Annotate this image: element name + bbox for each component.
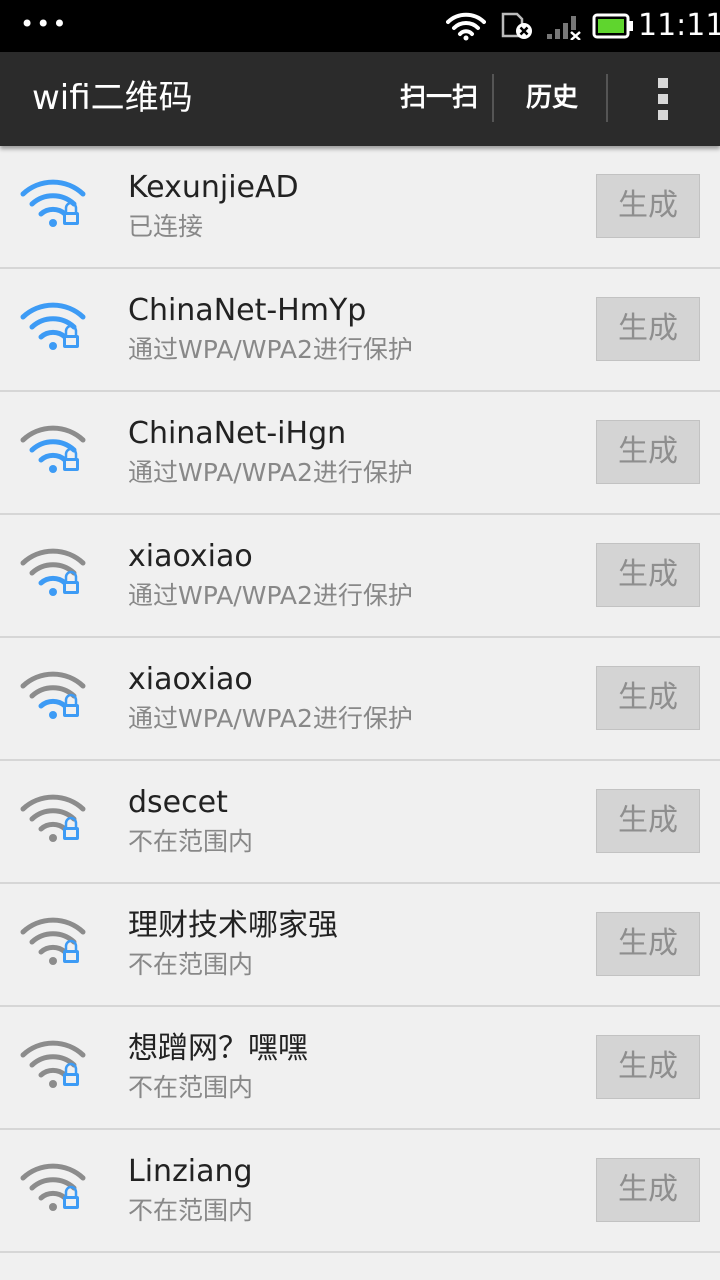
generate-button[interactable]: 生成 <box>596 1035 700 1099</box>
network-status: 不在范围内 <box>128 1073 254 1102</box>
network-ssid: KexunjieAD <box>128 170 299 205</box>
network-ssid: ChinaNet-HmYp <box>128 293 367 328</box>
action-bar: wifi二维码 扫一扫 历史 <box>0 52 720 146</box>
generate-button[interactable]: 生成 <box>596 174 700 238</box>
network-ssid: Linziang <box>128 1154 253 1189</box>
network-ssid: xiaoxiao <box>128 662 253 697</box>
divider <box>492 74 494 122</box>
divider <box>606 74 608 122</box>
network-row[interactable]: ChinaNet-iHgn 通过WPA/WPA2进行保护 生成 <box>0 392 720 515</box>
history-button[interactable]: 历史 <box>526 82 578 114</box>
network-ssid: xiaoxiao <box>128 539 253 574</box>
more-dots-icon: ••• <box>20 10 69 38</box>
network-ssid: 理财技术哪家强 <box>128 908 338 943</box>
network-row[interactable]: ChinaNet-HmYp 通过WPA/WPA2进行保护 生成 <box>0 269 720 392</box>
generate-button[interactable]: 生成 <box>596 297 700 361</box>
wifi-locked-icon <box>20 1040 86 1088</box>
wifi-locked-icon <box>20 794 86 842</box>
wifi-icon <box>446 12 486 41</box>
generate-button[interactable]: 生成 <box>596 912 700 976</box>
network-status: 已连接 <box>128 212 204 241</box>
wifi-locked-icon <box>20 548 86 596</box>
network-row[interactable]: 想蹭网？嘿嘿 不在范围内 生成 <box>0 1007 720 1130</box>
network-status: 不在范围内 <box>128 950 254 979</box>
overflow-menu-icon[interactable] <box>650 78 678 122</box>
wifi-locked-icon <box>20 671 86 719</box>
battery-icon <box>592 13 633 39</box>
wifi-locked-icon <box>20 302 86 350</box>
network-ssid: dsecet <box>128 785 228 820</box>
network-status: 通过WPA/WPA2进行保护 <box>128 335 413 364</box>
generate-button[interactable]: 生成 <box>596 420 700 484</box>
network-status: 通过WPA/WPA2进行保护 <box>128 458 413 487</box>
generate-button[interactable]: 生成 <box>596 1158 700 1222</box>
network-status: 不在范围内 <box>128 1196 254 1225</box>
wifi-locked-icon <box>20 917 86 965</box>
wifi-locked-icon <box>20 425 86 473</box>
network-row[interactable]: xiaoxiao 通过WPA/WPA2进行保护 生成 <box>0 638 720 761</box>
network-list: KexunjieAD 已连接 生成 ChinaNet-HmYp 通过WPA/WP… <box>0 146 720 1253</box>
network-row[interactable]: KexunjieAD 已连接 生成 <box>0 146 720 269</box>
network-status: 通过WPA/WPA2进行保护 <box>128 581 413 610</box>
wifi-locked-icon <box>20 179 86 227</box>
wifi-locked-icon <box>20 1163 86 1211</box>
status-bar: ••• 11:11 <box>0 0 720 52</box>
generate-button[interactable]: 生成 <box>596 666 700 730</box>
network-row[interactable]: Linziang 不在范围内 生成 <box>0 1130 720 1253</box>
network-ssid: 想蹭网？嘿嘿 <box>128 1031 308 1066</box>
sim-blocked-icon <box>501 12 532 39</box>
signal-icon <box>547 16 581 40</box>
network-status: 通过WPA/WPA2进行保护 <box>128 704 413 733</box>
network-status: 不在范围内 <box>128 827 254 856</box>
network-row[interactable]: 理财技术哪家强 不在范围内 生成 <box>0 884 720 1007</box>
generate-button[interactable]: 生成 <box>596 789 700 853</box>
generate-button[interactable]: 生成 <box>596 543 700 607</box>
network-ssid: ChinaNet-iHgn <box>128 416 347 451</box>
network-row[interactable]: dsecet 不在范围内 生成 <box>0 761 720 884</box>
app-title: wifi二维码 <box>32 78 193 118</box>
scan-button[interactable]: 扫一扫 <box>400 82 478 114</box>
network-row[interactable]: xiaoxiao 通过WPA/WPA2进行保护 生成 <box>0 515 720 638</box>
clock: 11:11 <box>638 8 720 43</box>
